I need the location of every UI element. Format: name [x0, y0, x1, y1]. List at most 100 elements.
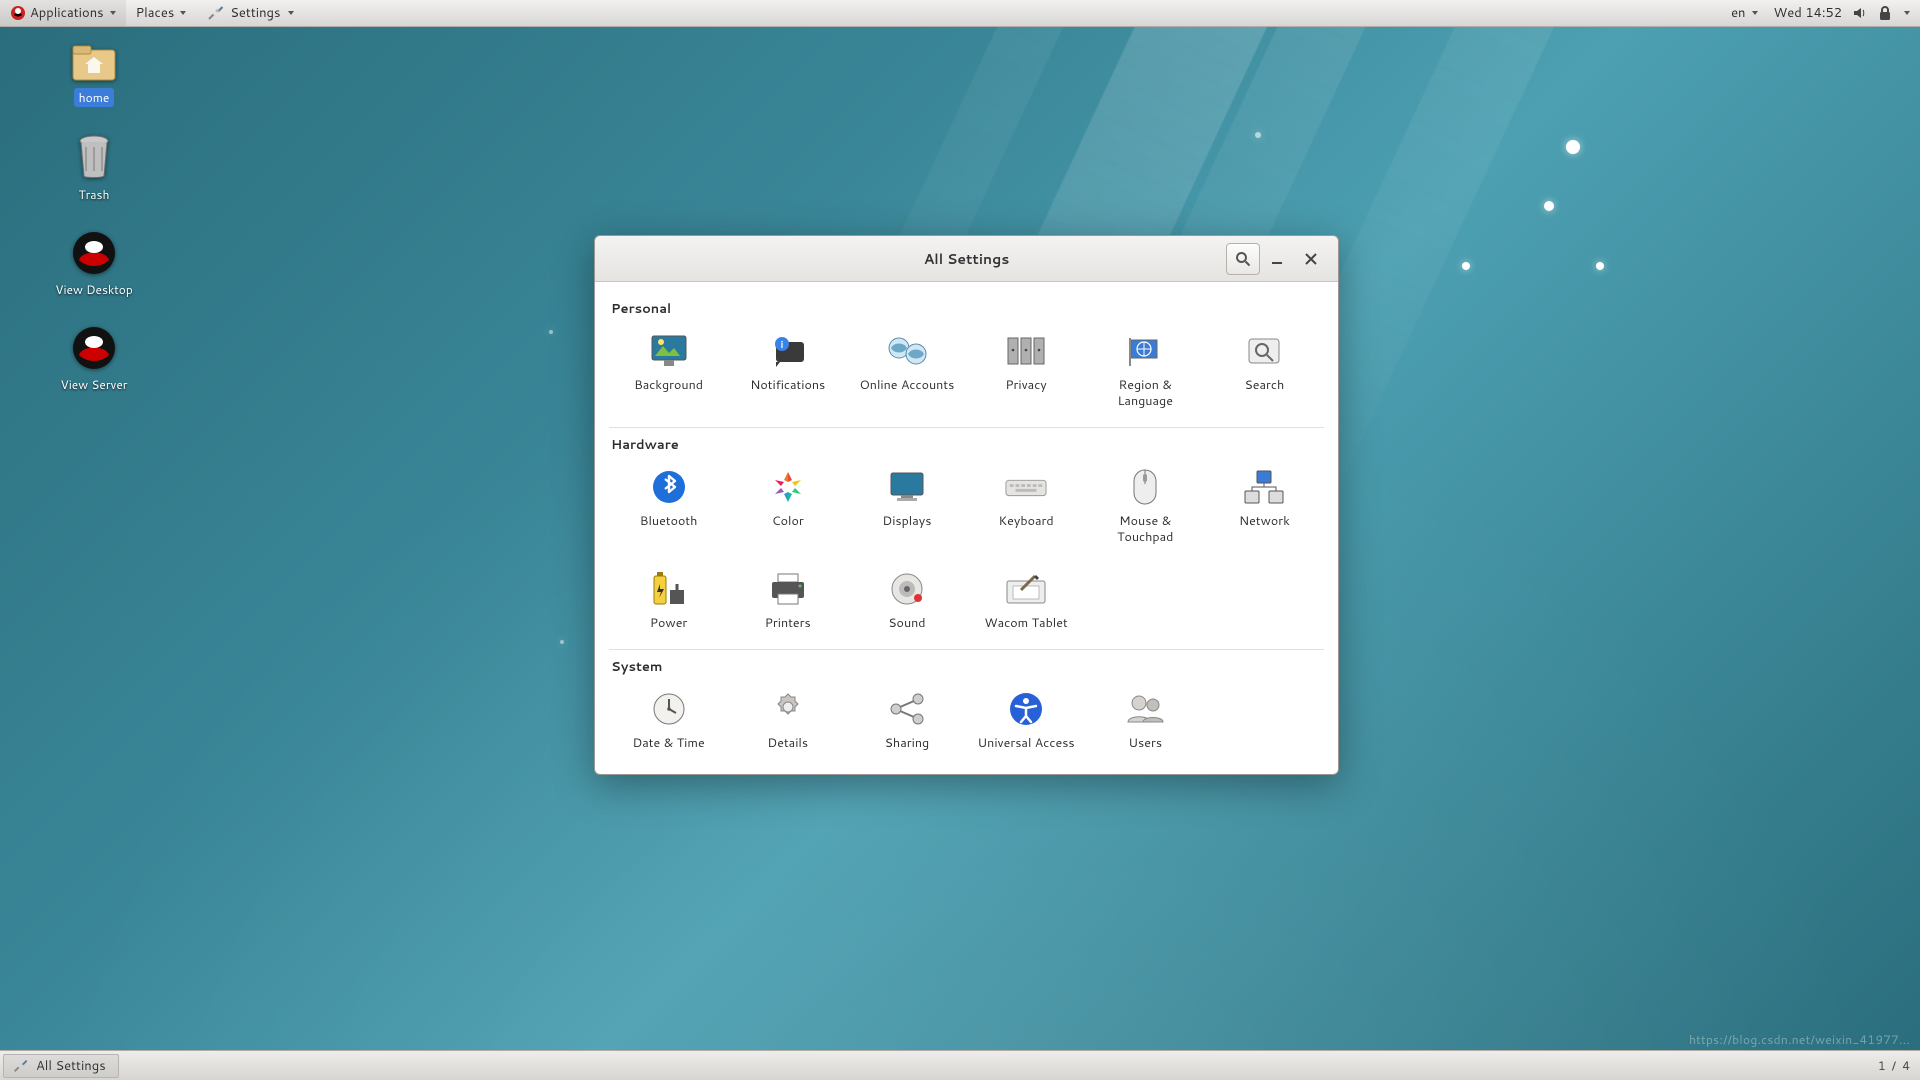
bottom-panel: All Settings 1 / 4: [0, 1050, 1920, 1080]
chevron-down-icon: [110, 11, 116, 15]
color-icon: [770, 469, 806, 505]
region-language-icon: [1125, 334, 1165, 368]
pager-current[interactable]: 1: [1878, 1057, 1886, 1075]
keyboard-icon: [1005, 474, 1047, 500]
pager-total[interactable]: 4: [1902, 1057, 1910, 1075]
printers-icon: [768, 572, 808, 606]
sound-icon: [889, 571, 925, 607]
date-time-icon: [651, 691, 687, 727]
settings-item-label: Region & Language: [1095, 378, 1195, 409]
settings-item-label: Sound: [888, 616, 925, 632]
power-icon: [650, 570, 688, 608]
chevron-down-icon[interactable]: [1904, 11, 1910, 15]
chevron-down-icon: [1752, 11, 1758, 15]
bluetooth-icon: [651, 469, 687, 505]
settings-item-background[interactable]: Background: [609, 324, 728, 415]
desktop-icon-label: Trash: [74, 185, 115, 204]
section-divider: [609, 427, 1324, 428]
trash-icon: [73, 133, 115, 181]
section-title-system: System: [611, 658, 1324, 676]
distro-logo-icon: [10, 5, 26, 21]
settings-item-details[interactable]: Details: [728, 682, 847, 758]
settings-item-search[interactable]: Search: [1205, 324, 1324, 415]
top-panel: Applications Places Settings en Wed 14:5…: [0, 0, 1920, 27]
settings-item-label: Network: [1239, 514, 1290, 530]
settings-item-label: Keyboard: [999, 514, 1054, 530]
users-icon: [1125, 692, 1165, 726]
sharing-icon: [888, 693, 926, 725]
settings-item-online-accounts[interactable]: Online Accounts: [847, 324, 966, 415]
active-app-menu[interactable]: Settings: [196, 4, 304, 22]
settings-item-label: Privacy: [1005, 378, 1046, 394]
settings-item-label: Sharing: [885, 736, 930, 752]
active-app-label: Settings: [230, 4, 280, 22]
settings-item-label: Displays: [882, 514, 931, 530]
applications-menu[interactable]: Applications: [0, 0, 126, 26]
wrench-screwdriver-icon: [12, 1058, 28, 1074]
settings-item-date-time[interactable]: Date & Time: [609, 682, 728, 758]
desktop-icons: home Trash View Desktop View Server: [34, 40, 154, 394]
bottom-panel-right: 1 / 4: [1868, 1057, 1920, 1075]
settings-item-bluetooth[interactable]: Bluetooth: [609, 460, 728, 551]
input-source-indicator[interactable]: en: [1725, 4, 1763, 22]
settings-item-label: Users: [1128, 736, 1162, 752]
wrench-screwdriver-icon: [206, 4, 224, 22]
settings-item-label: Universal Access: [978, 736, 1075, 752]
section-divider: [609, 649, 1324, 650]
background-icon: [649, 334, 689, 368]
chevron-down-icon: [180, 11, 186, 15]
settings-item-privacy[interactable]: Privacy: [966, 324, 1085, 415]
clock-label[interactable]: Wed 14:52: [1774, 4, 1842, 22]
section-title-hardware: Hardware: [611, 436, 1324, 454]
settings-item-network[interactable]: Network: [1205, 460, 1324, 551]
settings-item-printers[interactable]: Printers: [728, 562, 847, 638]
taskbar-entry-all-settings[interactable]: All Settings: [3, 1054, 119, 1078]
folder-home-icon: [70, 40, 118, 84]
window-title: All Settings: [595, 249, 1338, 269]
settings-item-notifications[interactable]: i Notifications: [728, 324, 847, 415]
settings-item-label: Date & Time: [632, 736, 704, 752]
input-source-label: en: [1731, 4, 1745, 22]
window-titlebar[interactable]: All Settings: [595, 236, 1338, 282]
settings-item-mouse-touchpad[interactable]: Mouse & Touchpad: [1086, 460, 1205, 551]
lock-icon[interactable]: [1878, 5, 1892, 21]
places-menu-label: Places: [136, 4, 175, 22]
places-menu[interactable]: Places: [126, 0, 197, 26]
settings-item-label: Details: [767, 736, 808, 752]
settings-item-users[interactable]: Users: [1086, 682, 1205, 758]
notifications-icon: i: [768, 334, 808, 368]
volume-icon[interactable]: [1852, 5, 1868, 21]
settings-item-power[interactable]: Power: [609, 562, 728, 638]
settings-item-label: Mouse & Touchpad: [1095, 514, 1195, 545]
desktop-icon-label: View Server: [56, 375, 133, 394]
desktop-icon-label: View Desktop: [50, 280, 138, 299]
applications-menu-label: Applications: [30, 4, 104, 22]
settings-item-wacom[interactable]: Wacom Tablet: [966, 562, 1085, 638]
network-icon: [1243, 469, 1285, 505]
mouse-icon: [1131, 468, 1159, 506]
settings-window-body: Personal Background i Notifications Onli…: [595, 282, 1338, 774]
wacom-icon: [1005, 573, 1047, 605]
desktop-icon-label: home: [74, 88, 115, 107]
settings-item-region-language[interactable]: Region & Language: [1086, 324, 1205, 415]
settings-item-label: Notifications: [750, 378, 825, 394]
desktop-icon-view-desktop[interactable]: View Desktop: [34, 230, 154, 299]
desktop-icon-view-server[interactable]: View Server: [34, 325, 154, 394]
chevron-down-icon: [288, 11, 294, 15]
privacy-icon: [1006, 334, 1046, 368]
online-accounts-icon: [886, 334, 928, 368]
watermark-text: https://blog.csdn.net/weixin_41977...: [1689, 1031, 1910, 1048]
desktop-icon-home[interactable]: home: [34, 40, 154, 107]
displays-icon: [887, 470, 927, 504]
settings-item-universal-access[interactable]: Universal Access: [966, 682, 1085, 758]
settings-item-sound[interactable]: Sound: [847, 562, 966, 638]
section-title-personal: Personal: [611, 300, 1324, 318]
desktop-icon-trash[interactable]: Trash: [34, 133, 154, 204]
settings-item-color[interactable]: Color: [728, 460, 847, 551]
settings-item-displays[interactable]: Displays: [847, 460, 966, 551]
section-personal: Background i Notifications Online Accoun…: [609, 324, 1324, 415]
search-settings-icon: [1244, 334, 1284, 368]
settings-item-sharing[interactable]: Sharing: [847, 682, 966, 758]
settings-item-keyboard[interactable]: Keyboard: [966, 460, 1085, 551]
settings-item-label: Wacom Tablet: [984, 616, 1067, 632]
